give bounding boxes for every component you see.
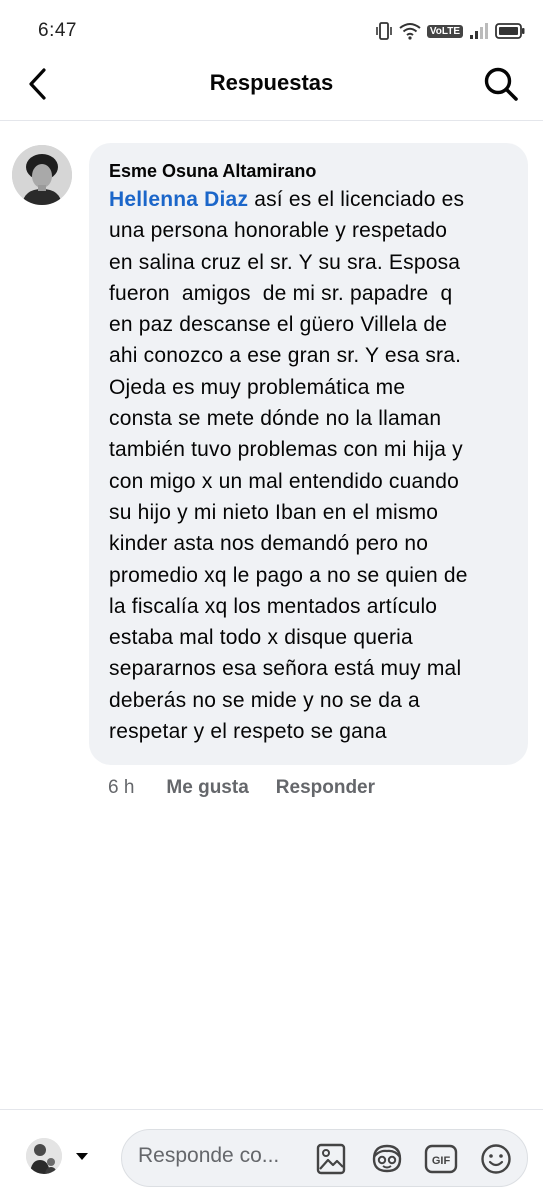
- comment-line: una persona honorable y respetado: [109, 219, 448, 243]
- image-button[interactable]: [314, 1142, 348, 1176]
- comment-line: promedio xq le pago a no se quien de: [109, 563, 468, 587]
- avatar-sticker-button[interactable]: [367, 1142, 407, 1176]
- comment-line: la fiscalía xq los mentados artículo: [109, 594, 438, 618]
- comment-line: estaba mal todo x disque queria: [109, 626, 413, 650]
- avatar-sticker-icon: [372, 1144, 402, 1173]
- status-bar: 6:47 VoLTE: [0, 0, 543, 62]
- reply-button[interactable]: Responder: [276, 777, 375, 799]
- comment-line: kinder asta nos demandó pero no: [109, 532, 429, 556]
- footer-avatar[interactable]: [26, 1138, 62, 1174]
- comment-bubble: Esme Osuna Altamirano Hellenna Diaz así …: [89, 143, 528, 765]
- user-photo-icon: [26, 1138, 62, 1174]
- emoji-button[interactable]: [479, 1142, 513, 1176]
- comment-time: 6 h: [108, 777, 135, 798]
- comment-line: en salina cruz el sr. Y su sra. Esposa: [109, 250, 461, 274]
- comment-line: ahi conozco a ese gran sr. Y esa sra.: [109, 344, 462, 368]
- signal-icon: [470, 23, 488, 39]
- mention-link[interactable]: Hellenna Diaz: [109, 188, 248, 211]
- comment-line: en paz descanse el güero Villela de: [109, 313, 448, 337]
- wifi-icon: [399, 23, 421, 40]
- comment-line: consta se mete dónde no la llaman: [109, 407, 442, 431]
- gif-button[interactable]: GIF: [424, 1142, 458, 1176]
- comment-line: fueron amigos de mi sr. papadre q: [109, 281, 453, 305]
- emoji-icon: [481, 1144, 511, 1174]
- volte-badge: VoLTE: [426, 24, 463, 38]
- gif-icon: GIF: [424, 1144, 458, 1174]
- avatar[interactable]: [12, 145, 72, 205]
- footer-divider: [0, 1109, 543, 1110]
- profile-photo-icon: [12, 145, 72, 205]
- comment-line-text: así es el licenciado es: [248, 188, 465, 211]
- comment-line: deberás no se mide y no se da a: [109, 688, 420, 712]
- status-time: 6:47: [38, 20, 77, 41]
- reply-input[interactable]: Responde co... GIF: [121, 1129, 528, 1187]
- search-icon: [484, 67, 518, 101]
- caret-down-icon: [76, 1153, 88, 1160]
- battery-icon: [495, 23, 525, 39]
- header: Respuestas: [0, 62, 543, 106]
- comment-line: su hijo y mi nieto Iban en el mismo: [109, 500, 439, 524]
- search-button[interactable]: [479, 64, 523, 104]
- comment-line: con migo x un mal entendido cuando: [109, 469, 460, 493]
- comment-line: Ojeda es muy problemática me: [109, 375, 406, 399]
- comment-line: respetar y el respeto se gana: [109, 720, 387, 744]
- comment-author[interactable]: Esme Osuna Altamirano: [109, 160, 510, 182]
- page-title: Respuestas: [209, 70, 334, 95]
- vibrate-icon: [376, 22, 392, 40]
- image-icon: [316, 1143, 346, 1175]
- reply-placeholder: Responde co...: [138, 1144, 280, 1167]
- header-divider: [0, 120, 543, 121]
- comment-line: Hellenna Diaz así es el licenciado es: [109, 184, 510, 215]
- comment-actions: 6 h Me gusta Responder: [108, 777, 375, 799]
- account-switcher-button[interactable]: [72, 1146, 92, 1166]
- comment-text: Hellenna Diaz así es el licenciado es un…: [109, 184, 510, 747]
- svg-text:GIF: GIF: [432, 1155, 451, 1167]
- comment-line: también tuvo problemas con mi hija y: [109, 438, 463, 462]
- status-icons: VoLTE: [375, 18, 525, 44]
- comment-line: separarnos esa señora está muy mal: [109, 657, 462, 681]
- replies-screen: 6:47 VoLTE Respuestas Esme Osuna Altamir…: [0, 0, 543, 1200]
- like-button[interactable]: Me gusta: [166, 777, 248, 799]
